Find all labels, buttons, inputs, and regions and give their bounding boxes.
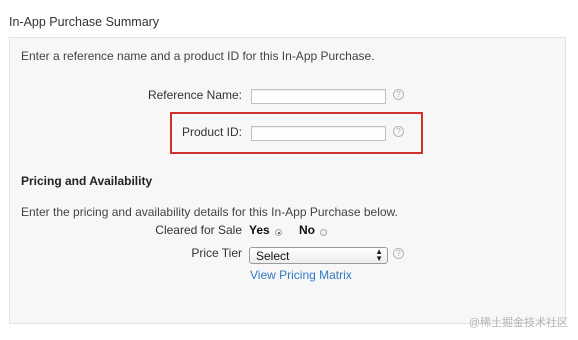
reference-name-input[interactable] [251, 89, 386, 104]
price-tier-label: Price Tier [191, 246, 242, 260]
price-tier-help-icon[interactable]: ? [393, 248, 404, 259]
product-id-label: Product ID: [181, 125, 242, 139]
product-id-input[interactable] [251, 126, 386, 141]
view-pricing-matrix-link[interactable]: View Pricing Matrix [250, 268, 352, 282]
yes-radio[interactable] [275, 229, 282, 236]
reference-name-label: Reference Name: [147, 88, 242, 102]
no-option-label[interactable]: No [299, 223, 315, 237]
watermark: @稀土掘金技术社区 [468, 317, 568, 329]
select-arrows-icon: ▲ ▼ [375, 247, 383, 263]
yes-option-label[interactable]: Yes [249, 223, 270, 237]
no-radio[interactable] [320, 229, 327, 236]
cleared-for-sale-label: Cleared for Sale [155, 223, 242, 237]
product-id-help-icon[interactable]: ? [393, 126, 404, 137]
price-tier-value: Select [256, 249, 290, 263]
pricing-description: Enter the pricing and availability detai… [21, 205, 398, 219]
section-title: In-App Purchase Summary [9, 15, 160, 29]
intro-text: Enter a reference name and a product ID … [21, 49, 375, 63]
price-tier-select[interactable]: Select ▲ ▼ [249, 247, 388, 264]
pricing-heading: Pricing and Availability [21, 174, 153, 188]
reference-name-help-icon[interactable]: ? [393, 89, 404, 100]
